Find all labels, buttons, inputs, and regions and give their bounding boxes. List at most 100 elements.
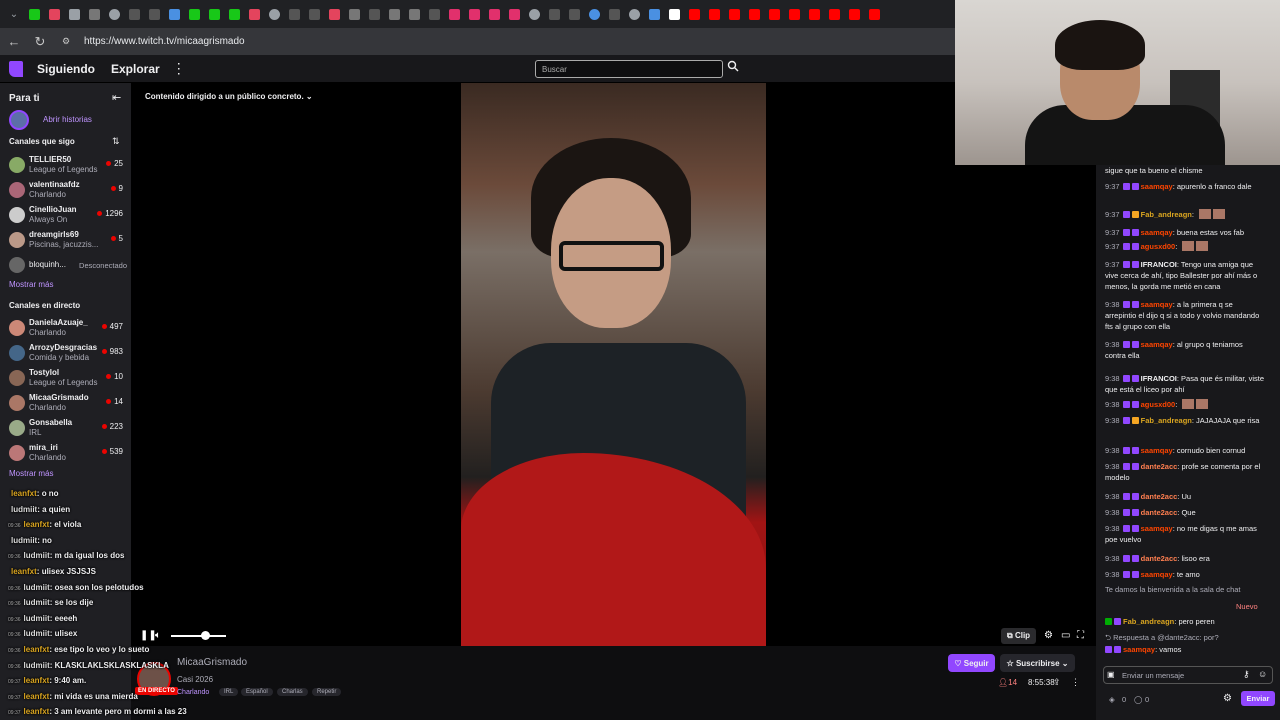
fullscreen-icon[interactable]: ⛶ xyxy=(1077,630,1084,641)
back-icon[interactable]: ← xyxy=(6,34,22,49)
tab-list-icon[interactable]: ⌄ xyxy=(4,4,24,24)
open-stories-link[interactable]: Abrir historias xyxy=(43,115,92,124)
tab-favicon[interactable] xyxy=(124,4,144,24)
tab-favicon[interactable] xyxy=(364,4,384,24)
search-icon[interactable] xyxy=(727,60,741,78)
chat-username[interactable]: IFRANCOI xyxy=(1141,374,1177,383)
sidebar-channel[interactable]: ArrozyDesgracias Comida y bebida 983 xyxy=(9,342,127,366)
volume-handle[interactable] xyxy=(201,631,210,640)
tab-favicon[interactable] xyxy=(744,4,764,24)
more-options-icon[interactable]: ⋮ xyxy=(1071,677,1080,688)
sidebar-channel[interactable]: Tostylol League of Legends 10 xyxy=(9,367,127,391)
chat-username[interactable]: agusxd00 xyxy=(1141,242,1176,251)
tab-favicon[interactable] xyxy=(44,4,64,24)
sidebar-channel[interactable]: dreamgirls69 Piscinas, jacuzzis... 5 xyxy=(9,229,127,253)
tab-favicon[interactable] xyxy=(504,4,524,24)
channel-points-icon[interactable]: ◯ xyxy=(1134,695,1142,704)
sidebar-channel[interactable]: valentinaafdz Charlando 9 xyxy=(9,179,127,203)
chat-username[interactable]: dante2acc xyxy=(1141,462,1178,471)
tab-favicon[interactable] xyxy=(824,4,844,24)
chat-username[interactable]: saamqay xyxy=(1141,570,1173,579)
tab-favicon[interactable] xyxy=(644,4,664,24)
tab-favicon[interactable] xyxy=(284,4,304,24)
tab-favicon[interactable] xyxy=(344,4,364,24)
chat-username[interactable]: dante2acc xyxy=(1141,492,1178,501)
chat-settings-icon[interactable]: ⚙ xyxy=(1223,693,1232,704)
tab-favicon[interactable] xyxy=(864,4,884,24)
site-info-icon[interactable]: ⚙ xyxy=(58,36,74,47)
chat-username[interactable]: saamqay xyxy=(1141,182,1173,191)
tab-favicon[interactable] xyxy=(244,4,264,24)
tab-favicon[interactable] xyxy=(704,4,724,24)
url-field[interactable]: https://www.twitch.tv/micaagrismado xyxy=(84,36,245,47)
tab-favicon[interactable] xyxy=(84,4,104,24)
emote-badge-icon[interactable]: ▣ xyxy=(1107,670,1115,679)
tab-favicon[interactable] xyxy=(684,4,704,24)
tab-favicon[interactable] xyxy=(104,4,124,24)
tab-favicon[interactable] xyxy=(784,4,804,24)
tab-favicon[interactable] xyxy=(664,4,684,24)
sidebar-channel[interactable]: mira_iri Charlando 539 xyxy=(9,442,127,466)
sidebar-channel[interactable]: MicaaGrismado Charlando 14 xyxy=(9,392,127,416)
chat-username[interactable]: Fab_andreagn xyxy=(1141,210,1192,219)
tab-favicon[interactable] xyxy=(604,4,624,24)
tab-favicon[interactable] xyxy=(324,4,344,24)
collapse-sidebar-icon[interactable]: ⇤ xyxy=(112,91,121,104)
settings-icon[interactable]: ⚙ xyxy=(1044,630,1053,641)
stream-tag[interactable]: Español xyxy=(241,688,273,696)
tab-favicon[interactable] xyxy=(224,4,244,24)
audience-warning[interactable]: Contenido dirigido a un público concreto… xyxy=(145,92,313,101)
tab-favicon[interactable] xyxy=(844,4,864,24)
emoji-icon[interactable]: ☺ xyxy=(1258,669,1267,679)
tab-favicon[interactable] xyxy=(484,4,504,24)
sidebar-channel[interactable]: Gonsabella IRL 223 xyxy=(9,417,127,441)
tab-favicon[interactable] xyxy=(584,4,604,24)
clip-button[interactable]: ⧉ Clip xyxy=(1001,628,1037,644)
theatre-mode-icon[interactable]: ▭ xyxy=(1061,630,1070,641)
tab-favicon[interactable] xyxy=(404,4,424,24)
twitch-logo-icon[interactable] xyxy=(9,60,23,77)
stream-tag[interactable]: Repetir xyxy=(312,688,342,696)
chat-username[interactable]: saamqay xyxy=(1141,228,1173,237)
subscribe-button[interactable]: ☆ Suscribirse ⌄ xyxy=(1000,654,1075,672)
send-button[interactable]: Enviar xyxy=(1241,691,1275,706)
tab-favicon[interactable] xyxy=(304,4,324,24)
bits-icon[interactable]: ⚷ xyxy=(1243,669,1250,680)
chat-username[interactable]: dante2acc xyxy=(1141,554,1178,563)
search-input[interactable]: Buscar xyxy=(535,60,723,78)
chat-username[interactable]: dante2acc xyxy=(1141,508,1178,517)
nav-following[interactable]: Siguiendo xyxy=(37,62,95,76)
chat-username[interactable]: saamqay xyxy=(1123,645,1155,654)
tab-favicon[interactable] xyxy=(524,4,544,24)
chat-username[interactable]: IFRANCOI xyxy=(1141,260,1177,269)
tab-favicon[interactable] xyxy=(64,4,84,24)
more-menu-icon[interactable]: ⋮ xyxy=(172,60,186,77)
chat-username[interactable]: saamqay xyxy=(1141,446,1173,455)
tab-favicon[interactable] xyxy=(444,4,464,24)
chat-username[interactable]: Fab_andreagn xyxy=(1141,416,1192,425)
tab-favicon[interactable] xyxy=(624,4,644,24)
tab-favicon[interactable] xyxy=(724,4,744,24)
sidebar-channel[interactable]: CinellioJuan Always On 1296 xyxy=(9,204,127,228)
tab-favicon[interactable] xyxy=(184,4,204,24)
sidebar-channel[interactable]: TELLIER50 League of Legends 25 xyxy=(9,154,127,178)
stream-category[interactable]: Charlando xyxy=(177,689,209,696)
tab-favicon[interactable] xyxy=(384,4,404,24)
tab-favicon[interactable] xyxy=(764,4,784,24)
tab-favicon[interactable] xyxy=(804,4,824,24)
chat-username[interactable]: Fab_andreagn xyxy=(1123,617,1174,626)
sidebar-channel[interactable]: bloquinh... Desconectado xyxy=(9,254,127,278)
tab-favicon[interactable] xyxy=(544,4,564,24)
share-icon[interactable]: ⇪ xyxy=(1053,677,1061,688)
tab-favicon[interactable] xyxy=(464,4,484,24)
show-more-link[interactable]: Mostrar más xyxy=(9,280,53,289)
tab-favicon[interactable] xyxy=(264,4,284,24)
chat-username[interactable]: saamqay xyxy=(1141,340,1173,349)
stream-tag[interactable]: Charlas xyxy=(277,688,308,696)
tab-favicon[interactable] xyxy=(424,4,444,24)
chat-username[interactable]: saamqay xyxy=(1141,300,1173,309)
chat-username[interactable]: agusxd00 xyxy=(1141,400,1176,409)
tab-favicon[interactable] xyxy=(24,4,44,24)
sidebar-channel[interactable]: DanielaAzuaje_ Charlando 497 xyxy=(9,317,127,341)
tab-favicon[interactable] xyxy=(564,4,584,24)
